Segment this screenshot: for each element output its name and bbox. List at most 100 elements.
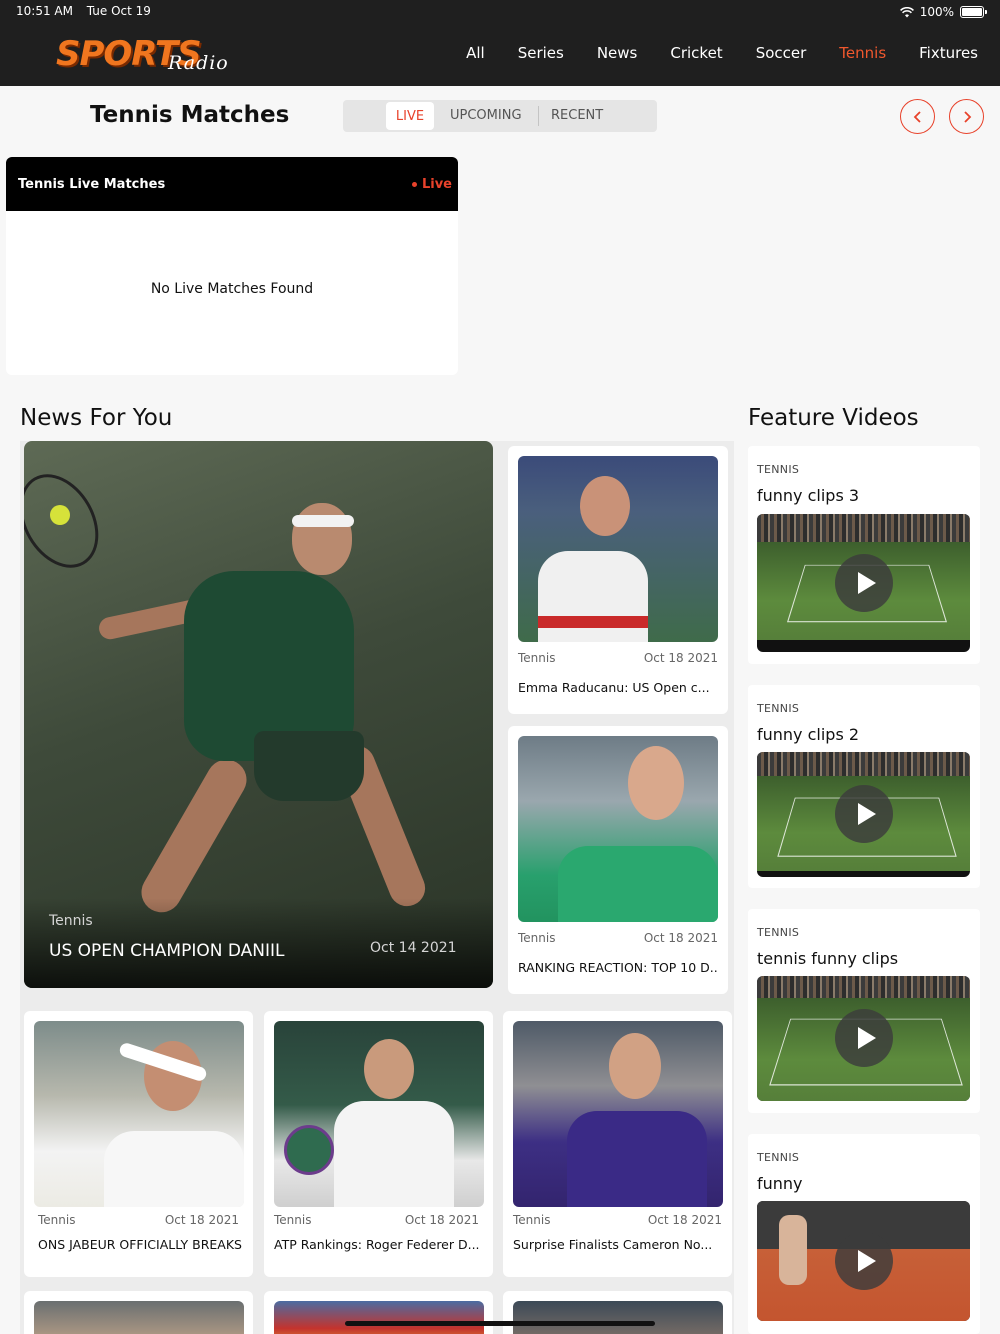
play-button[interactable]	[835, 1232, 893, 1290]
news-headline: Emma Raducanu: US Open c...	[518, 680, 710, 695]
news-image	[513, 1021, 723, 1207]
news-image	[518, 736, 718, 922]
live-dot-icon	[411, 181, 417, 187]
hero-news-card[interactable]: Tennis US OPEN CHAMPION DANIIL Oct 14 20…	[24, 441, 493, 988]
news-card[interactable]: Tennis Oct 18 2021 RANKING REACTION: TOP…	[508, 726, 728, 994]
hero-leg	[134, 752, 254, 920]
tennis-ball-graphic	[50, 505, 70, 525]
video-card[interactable]: TENNIS funny clips 3	[748, 446, 980, 664]
news-image	[513, 1301, 723, 1334]
live-indicator: Live	[411, 177, 452, 192]
nav-item-soccer[interactable]: Soccer	[756, 44, 807, 62]
hero-category: Tennis	[49, 913, 93, 929]
video-title: funny clips 2	[757, 725, 860, 744]
prev-button[interactable]	[900, 99, 935, 134]
stands	[757, 976, 970, 998]
logo-sub-text: Radio	[168, 52, 229, 74]
face	[609, 1033, 661, 1099]
news-category: Tennis	[518, 931, 556, 945]
hero-player-head	[292, 503, 352, 575]
tab-divider	[538, 106, 539, 126]
news-card[interactable]: Tennis Oct 18 2021 ATP Rankings: Roger F…	[264, 1011, 493, 1277]
video-card[interactable]: TENNIS funny	[748, 1134, 980, 1334]
video-title: funny clips 3	[757, 486, 860, 505]
video-category: TENNIS	[757, 702, 800, 715]
news-image	[274, 1021, 484, 1207]
play-icon	[857, 1250, 876, 1272]
status-bar: 10:51 AM Tue Oct 19 100%	[16, 4, 987, 20]
page-title: Tennis Matches	[90, 102, 290, 128]
video-thumbnail[interactable]	[757, 514, 970, 652]
hero-date: Oct 14 2021	[370, 940, 457, 956]
play-icon	[857, 1027, 876, 1049]
news-card[interactable]: Tennis Oct 18 2021 ONS JABEUR OFFICIALLY…	[24, 1011, 253, 1277]
news-category: Tennis	[274, 1213, 312, 1227]
shirt	[567, 1111, 707, 1207]
news-grid: Tennis US OPEN CHAMPION DANIIL Oct 14 20…	[20, 441, 734, 1334]
play-button[interactable]	[835, 785, 893, 843]
news-headline: RANKING REACTION: TOP 10 D...	[518, 960, 718, 975]
video-card[interactable]: TENNIS funny clips 2	[748, 685, 980, 888]
nav-item-fixtures[interactable]: Fixtures	[919, 44, 978, 62]
news-card[interactable]	[24, 1291, 253, 1334]
wimbledon-logo	[284, 1125, 334, 1175]
news-card[interactable]: Tennis Oct 18 2021 Emma Raducanu: US Ope…	[508, 446, 728, 714]
shirt	[558, 846, 718, 922]
status-date: Tue Oct 19	[86, 4, 151, 18]
face	[364, 1039, 414, 1099]
wifi-icon	[899, 6, 914, 17]
news-category: Tennis	[518, 651, 556, 665]
video-category: TENNIS	[757, 926, 800, 939]
chevron-left-icon	[913, 110, 921, 123]
empty-state-text: No Live Matches Found	[150, 281, 314, 297]
news-date: Oct 18 2021	[643, 651, 718, 665]
tab-live[interactable]: LIVE	[386, 102, 434, 130]
chevron-right-icon	[963, 110, 971, 123]
video-title: tennis funny clips	[757, 949, 899, 968]
nav-item-news[interactable]: News	[597, 44, 638, 62]
face	[580, 476, 630, 536]
news-image	[274, 1301, 484, 1334]
nav-item-series[interactable]: Series	[518, 44, 564, 62]
news-date: Oct 18 2021	[647, 1213, 722, 1227]
stripe	[538, 616, 648, 628]
next-button[interactable]	[949, 99, 984, 134]
news-image	[34, 1021, 244, 1207]
live-matches-card: Tennis Live Matches Live No Live Matches…	[6, 157, 458, 375]
tab-upcoming[interactable]: UPCOMING	[450, 108, 522, 123]
news-card[interactable]: Tennis Oct 18 2021 Surprise Finalists Ca…	[503, 1011, 732, 1277]
news-section-title: News For You	[20, 405, 173, 431]
stands	[757, 514, 970, 542]
tab-recent[interactable]: RECENT	[551, 108, 603, 123]
videos-section-title: Feature Videos	[748, 405, 919, 431]
play-button[interactable]	[835, 554, 893, 612]
news-card[interactable]	[503, 1291, 732, 1334]
main-nav: All Series News Cricket Soccer Tennis Fi…	[433, 44, 978, 62]
nav-item-cricket[interactable]: Cricket	[670, 44, 722, 62]
video-thumbnail[interactable]	[757, 1201, 970, 1321]
hero-shorts	[254, 731, 364, 801]
video-thumbnail[interactable]	[757, 976, 970, 1101]
video-title: funny	[757, 1174, 803, 1193]
news-headline: ATP Rankings: Roger Federer D...	[274, 1237, 480, 1252]
news-date: Oct 18 2021	[164, 1213, 239, 1227]
video-card[interactable]: TENNIS tennis funny clips	[748, 909, 980, 1113]
sports-radio-logo[interactable]: SPORTS Radio	[56, 30, 236, 80]
nav-item-all[interactable]: All	[466, 44, 485, 62]
news-category: Tennis	[38, 1213, 76, 1227]
news-category: Tennis	[513, 1213, 551, 1227]
face	[628, 746, 684, 820]
news-card[interactable]	[264, 1291, 493, 1334]
play-icon	[857, 572, 876, 594]
news-headline: Surprise Finalists Cameron No...	[513, 1237, 713, 1252]
racket-graphic	[24, 460, 115, 582]
app-header: 10:51 AM Tue Oct 19 100% SPORTS Radio Al…	[0, 0, 1000, 86]
nav-item-tennis[interactable]: Tennis	[839, 44, 886, 62]
hero-title: US OPEN CHAMPION DANIIL	[49, 941, 285, 961]
play-button[interactable]	[835, 1009, 893, 1067]
live-card-header: Tennis Live Matches Live	[6, 157, 458, 211]
video-thumbnail[interactable]	[757, 752, 970, 877]
player-figure	[779, 1215, 807, 1285]
stands	[757, 752, 970, 776]
video-category: TENNIS	[757, 463, 800, 476]
